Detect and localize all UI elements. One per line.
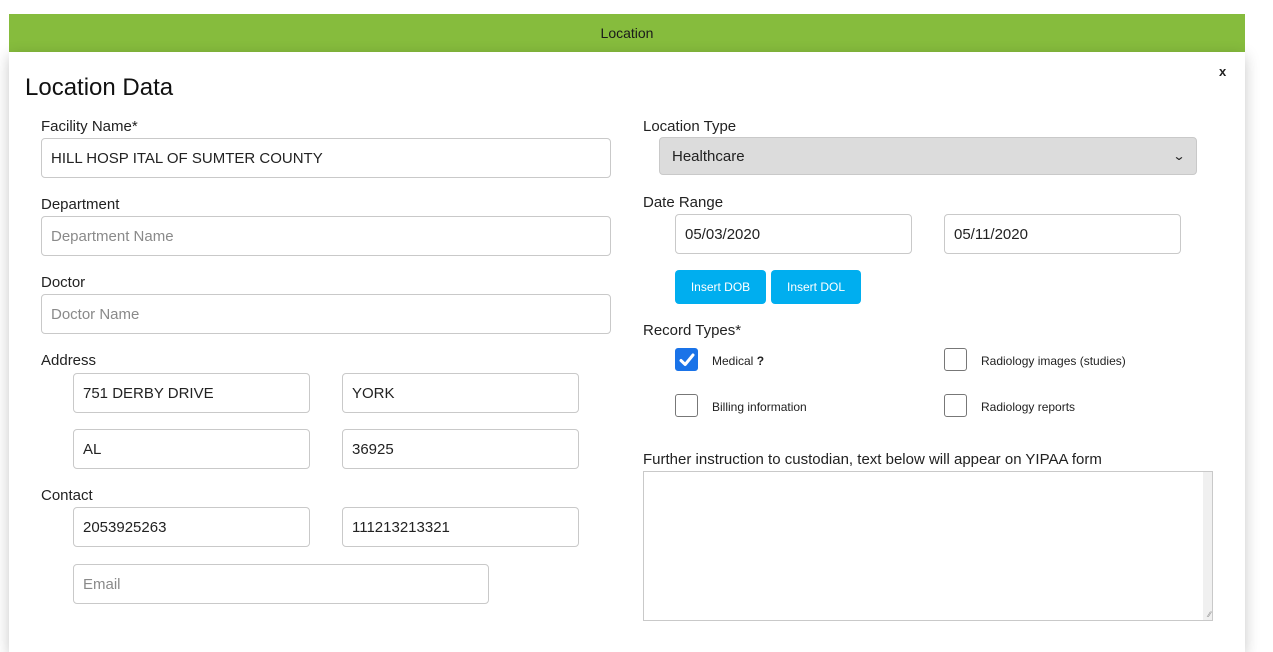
zip-input[interactable] bbox=[342, 429, 579, 469]
instructions-label: Further instruction to custodian, text b… bbox=[643, 451, 1102, 468]
checkmark-icon bbox=[679, 353, 694, 366]
radiology-images-label: Radiology images (studies) bbox=[981, 354, 1126, 368]
textarea-scrollbar[interactable] bbox=[1203, 472, 1212, 620]
instructions-textarea[interactable]: ∕∕ bbox=[643, 471, 1213, 621]
billing-information-label: Billing information bbox=[712, 400, 807, 414]
location-data-modal: Location Data x Facility Name* Departmen… bbox=[9, 52, 1245, 652]
close-icon[interactable]: x bbox=[1219, 64, 1226, 79]
radiology-images-checkbox[interactable] bbox=[944, 348, 967, 371]
insert-dob-button[interactable]: Insert DOB bbox=[675, 270, 766, 304]
start-date-input[interactable] bbox=[675, 214, 912, 254]
doctor-label: Doctor bbox=[41, 274, 86, 291]
email-input[interactable] bbox=[73, 564, 489, 604]
address-label: Address bbox=[41, 352, 97, 369]
radiology-reports-checkbox[interactable] bbox=[944, 394, 967, 417]
fax-input[interactable] bbox=[342, 507, 579, 547]
location-type-value: Healthcare bbox=[672, 147, 745, 165]
modal-title: Location Data bbox=[25, 74, 174, 101]
record-types-label: Record Types* bbox=[643, 322, 742, 339]
location-type-select[interactable]: Healthcare ⌄ bbox=[659, 137, 1197, 175]
city-input[interactable] bbox=[342, 373, 579, 413]
street-input[interactable] bbox=[73, 373, 310, 413]
end-date-input[interactable] bbox=[944, 214, 1181, 254]
location-header-bar: Location bbox=[9, 14, 1245, 52]
contact-label: Contact bbox=[41, 487, 93, 504]
department-label: Department bbox=[41, 196, 120, 213]
chevron-down-icon: ⌄ bbox=[1172, 149, 1186, 163]
medical-checkbox[interactable] bbox=[675, 348, 698, 371]
header-title: Location bbox=[600, 25, 654, 41]
phone-input[interactable] bbox=[73, 507, 310, 547]
radiology-reports-label: Radiology reports bbox=[981, 400, 1076, 414]
doctor-input[interactable] bbox=[41, 294, 611, 334]
location-type-label: Location Type bbox=[643, 118, 737, 135]
facility-name-label: Facility Name* bbox=[41, 118, 138, 135]
billing-information-checkbox[interactable] bbox=[675, 394, 698, 417]
state-input[interactable] bbox=[73, 429, 310, 469]
department-input[interactable] bbox=[41, 216, 611, 256]
facility-name-input[interactable] bbox=[41, 138, 611, 178]
medical-label: Medical ? bbox=[712, 354, 765, 368]
help-icon[interactable]: ? bbox=[757, 354, 764, 368]
resize-handle-icon[interactable]: ∕∕ bbox=[1208, 611, 1211, 619]
insert-dol-button[interactable]: Insert DOL bbox=[771, 270, 861, 304]
date-range-label: Date Range bbox=[643, 194, 724, 211]
